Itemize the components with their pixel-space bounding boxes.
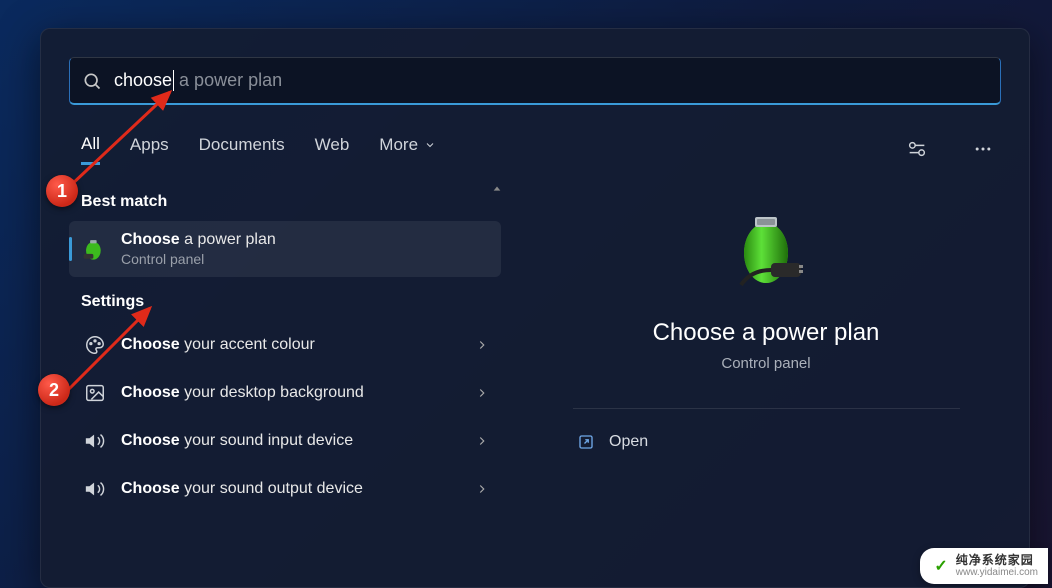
search-suggestion-text: a power plan: [174, 70, 282, 91]
result-title: Choose a power plan: [121, 231, 489, 249]
image-icon: [81, 379, 109, 407]
tab-all[interactable]: All: [81, 134, 100, 165]
more-options-icon[interactable]: [965, 131, 1001, 167]
chevron-right-icon: [475, 434, 489, 448]
watermark: ✓ 纯净系统家园 www.yidaimei.com: [920, 548, 1048, 584]
tab-documents[interactable]: Documents: [199, 135, 285, 163]
settings-result-accent-colour[interactable]: Choose your accent colour: [69, 321, 501, 369]
search-icon: [82, 71, 102, 91]
volume-icon: [81, 475, 109, 503]
tab-more[interactable]: More: [379, 135, 436, 163]
quick-settings-icon[interactable]: [899, 131, 935, 167]
watermark-logo: ✓: [934, 556, 947, 576]
detail-subtitle: Control panel: [721, 355, 810, 372]
settings-result-desktop-background[interactable]: Choose your desktop background: [69, 369, 501, 417]
scroll-up-indicator[interactable]: [491, 183, 503, 195]
detail-battery-plug-icon: [721, 207, 811, 297]
watermark-url: www.yidaimei.com: [956, 567, 1038, 578]
open-action[interactable]: Open: [569, 423, 963, 461]
palette-icon: [81, 331, 109, 359]
settings-result-sound-input[interactable]: Choose your sound input device: [69, 417, 501, 465]
chevron-down-icon: [424, 139, 436, 151]
detail-title: Choose a power plan: [653, 319, 880, 347]
results-column: Best match Choose a power plan Control p…: [69, 177, 501, 577]
best-match-result[interactable]: Choose a power plan Control panel: [69, 221, 501, 277]
open-icon: [577, 433, 595, 451]
settings-result-sound-output[interactable]: Choose your sound output device: [69, 465, 501, 513]
detail-pane: Choose a power plan Control panel Open: [501, 177, 1001, 577]
divider: [573, 408, 960, 409]
annotation-badge-1: 1: [46, 175, 78, 207]
watermark-name: 纯净系统家园: [956, 554, 1038, 567]
chevron-right-icon: [475, 338, 489, 352]
search-typed-text: choose: [114, 70, 174, 91]
start-search-panel: choose a power plan All Apps Documents W…: [40, 28, 1030, 588]
filter-tabs: All Apps Documents Web More: [81, 131, 1001, 167]
annotation-badge-2: 2: [38, 374, 70, 406]
chevron-right-icon: [475, 482, 489, 496]
best-match-heading: Best match: [81, 193, 501, 211]
chevron-right-icon: [475, 386, 489, 400]
settings-heading: Settings: [81, 293, 501, 311]
tab-apps[interactable]: Apps: [130, 135, 169, 163]
battery-plug-icon: [81, 235, 109, 263]
tab-web[interactable]: Web: [315, 135, 350, 163]
search-box[interactable]: choose a power plan: [69, 57, 1001, 105]
result-subtitle: Control panel: [121, 251, 489, 267]
volume-icon: [81, 427, 109, 455]
search-input[interactable]: choose a power plan: [114, 70, 282, 91]
